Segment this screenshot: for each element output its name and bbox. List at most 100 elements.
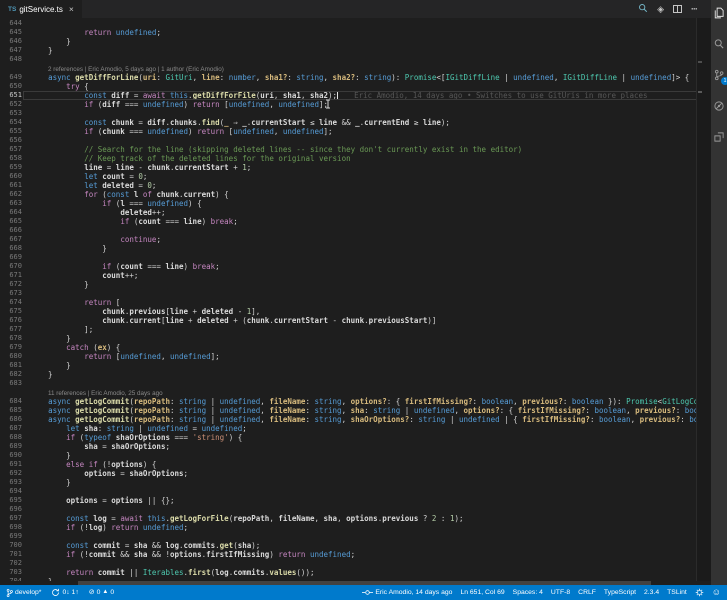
code-row[interactable]: 650 try { xyxy=(0,82,711,91)
code-row[interactable]: 702 xyxy=(0,559,711,568)
code-row[interactable]: 662 for (const l of chunk.current) { xyxy=(0,190,711,199)
code-row[interactable]: 699 xyxy=(0,532,711,541)
indentation-status[interactable]: Spaces: 4 xyxy=(513,589,543,596)
sync-status[interactable]: 0↓ 1↑ xyxy=(51,588,79,597)
code-row[interactable]: 649 async getDiffForLine(uri: GitUri, li… xyxy=(0,73,711,82)
code-row[interactable]: 689 sha = shaOrOptions; xyxy=(0,442,711,451)
branch-status[interactable]: develop* xyxy=(6,588,41,598)
cursor-position-status[interactable]: Ln 651, Col 69 xyxy=(460,589,504,596)
code-row[interactable]: 695 options = options || {}; xyxy=(0,496,711,505)
code-row[interactable]: 647 } xyxy=(0,46,711,55)
sidebar-item-debug[interactable] xyxy=(713,100,725,112)
editor-scrollbar[interactable] xyxy=(696,18,711,585)
code-row[interactable]: 696 xyxy=(0,505,711,514)
codelens-row[interactable]: 2 references | Eric Amodio, 5 days ago |… xyxy=(0,64,711,73)
sidebar-item-source-control[interactable]: 1 xyxy=(713,69,727,85)
code-row[interactable]: 692 options = shaOrOptions; xyxy=(0,469,711,478)
tslint-status[interactable]: TSLint xyxy=(667,589,687,596)
code-row[interactable]: 693 } xyxy=(0,478,711,487)
code-row[interactable]: 658 // Keep track of the deleted lines f… xyxy=(0,154,711,163)
line-number: 655 xyxy=(9,127,22,135)
code-row[interactable]: 673 xyxy=(0,289,711,298)
problems-status[interactable]: ⊘ 0 ▲ 0 xyxy=(89,589,114,596)
code-line: try { xyxy=(66,82,89,91)
code-row[interactable]: 652 if (diff === undefined) return [unde… xyxy=(0,100,711,109)
code-row[interactable]: 651 const diff = await this.getDiffForFi… xyxy=(0,91,711,100)
sidebar-item-search[interactable] xyxy=(713,38,725,50)
code-row[interactable]: 681 } xyxy=(0,361,711,370)
error-icon: ⊘ xyxy=(88,589,95,596)
codelens-row[interactable]: 11 references | Eric Amodio, 25 days ago xyxy=(0,388,711,397)
more-actions-icon[interactable]: ··· xyxy=(691,4,698,14)
line-number: 682 xyxy=(9,370,22,378)
close-tab-icon[interactable]: × xyxy=(69,4,74,14)
ts-version-status[interactable]: 2.3.4 xyxy=(644,589,659,596)
open-changes-icon[interactable] xyxy=(638,0,648,18)
code-row[interactable]: 698 if (!log) return undefined; xyxy=(0,523,711,532)
code-row[interactable]: 659 line = line - chunk.currentStart + 1… xyxy=(0,163,711,172)
code-row[interactable]: 660 let count = 0; xyxy=(0,172,711,181)
feedback-smiley-icon[interactable]: ☺ xyxy=(712,588,721,597)
line-number: 657 xyxy=(9,145,22,153)
code-row[interactable]: 701 if (!commit && sha && !options.first… xyxy=(0,550,711,559)
code-row[interactable]: 688 if (typeof shaOrOptions === 'string'… xyxy=(0,433,711,442)
tab-gitservice[interactable]: TS gitService.ts × xyxy=(0,0,82,18)
code-row[interactable]: 686 async getLogCommit(repoPath: string … xyxy=(0,415,711,424)
code-row[interactable]: 646 } xyxy=(0,37,711,46)
code-row[interactable]: 676 chunk.current[line + deleted + (chun… xyxy=(0,316,711,325)
code-row[interactable]: 703 return commit || Iterables.first(log… xyxy=(0,568,711,577)
code-row[interactable]: 672 } xyxy=(0,280,711,289)
line-number: 679 xyxy=(9,343,22,351)
code-row[interactable]: 680 return [undefined, undefined]; xyxy=(0,352,711,361)
code-row[interactable]: 678 } xyxy=(0,334,711,343)
code-row[interactable]: 700 const commit = sha && log.commits.ge… xyxy=(0,541,711,550)
code-row[interactable]: 661 let deleted = 0; xyxy=(0,181,711,190)
code-row[interactable]: 687 let sha: string | undefined = undefi… xyxy=(0,424,711,433)
gitlens-blame-icon[interactable]: ◈ xyxy=(657,4,664,14)
line-number: 685 xyxy=(9,406,22,414)
code-row[interactable]: 645 return undefined; xyxy=(0,28,711,37)
code-row[interactable]: 697 const log = await this.getLogForFile… xyxy=(0,514,711,523)
settings-gear-icon[interactable] xyxy=(695,588,704,597)
code-row[interactable]: 669 xyxy=(0,253,711,262)
code-row[interactable]: 644 xyxy=(0,19,711,28)
code-row[interactable]: 657 // Search for the line (skipping del… xyxy=(0,145,711,154)
code-row[interactable]: 663 if (l === undefined) { xyxy=(0,199,711,208)
code-row[interactable]: 648 xyxy=(0,55,711,64)
code-line: chunk.previous[line + deleted - 1], xyxy=(102,307,261,316)
code-row[interactable]: 694 xyxy=(0,487,711,496)
gitlens-blame-status[interactable]: Eric Amodio, 14 days ago xyxy=(362,589,452,596)
code-row[interactable]: 682 } xyxy=(0,370,711,379)
code-row[interactable]: 655 if (chunk === undefined) return [und… xyxy=(0,127,711,136)
sidebar-item-explorer[interactable] xyxy=(713,7,725,19)
code-row[interactable]: 684 async getLogCommit(repoPath: string … xyxy=(0,397,711,406)
code-row[interactable]: 674 return [ xyxy=(0,298,711,307)
code-row[interactable]: 654 const chunk = diff.chunks.find(_ ⇒ _… xyxy=(0,118,711,127)
code-row[interactable]: 675 chunk.previous[line + deleted - 1], xyxy=(0,307,711,316)
code-row[interactable]: 653 xyxy=(0,109,711,118)
eol-status[interactable]: CRLF xyxy=(578,589,596,596)
code-row[interactable]: 677 ]; xyxy=(0,325,711,334)
code-line: if (typeof shaOrOptions === 'string') { xyxy=(66,433,243,442)
split-editor-icon[interactable] xyxy=(673,5,682,13)
code-row[interactable]: 664 deleted++; xyxy=(0,208,711,217)
code-row[interactable]: 667 continue; xyxy=(0,235,711,244)
code-row[interactable]: 679 catch (ex) { xyxy=(0,343,711,352)
line-number: 665 xyxy=(9,217,22,225)
code-row[interactable]: 691 else if (!options) { xyxy=(0,460,711,469)
code-row[interactable]: 656 xyxy=(0,136,711,145)
code-row[interactable]: 666 xyxy=(0,226,711,235)
encoding-status[interactable]: UTF-8 xyxy=(551,589,570,596)
code-row[interactable]: 668 } xyxy=(0,244,711,253)
code-row[interactable]: 683 xyxy=(0,379,711,388)
line-number: 697 xyxy=(9,514,22,522)
code-line: continue; xyxy=(120,235,161,244)
code-row[interactable]: 690 } xyxy=(0,451,711,460)
code-row[interactable]: 685 async getLogCommit(repoPath: string … xyxy=(0,406,711,415)
code-row[interactable]: 670 if (count === line) break; xyxy=(0,262,711,271)
language-status[interactable]: TypeScript xyxy=(604,589,636,596)
code-row[interactable]: 665 if (count === line) break; xyxy=(0,217,711,226)
code-row[interactable]: 671 count++; xyxy=(0,271,711,280)
code-editor[interactable]: 644 645 return undefined; 646 } 647 } 648 2 r… xyxy=(0,18,711,585)
sidebar-item-extensions[interactable] xyxy=(713,131,725,143)
